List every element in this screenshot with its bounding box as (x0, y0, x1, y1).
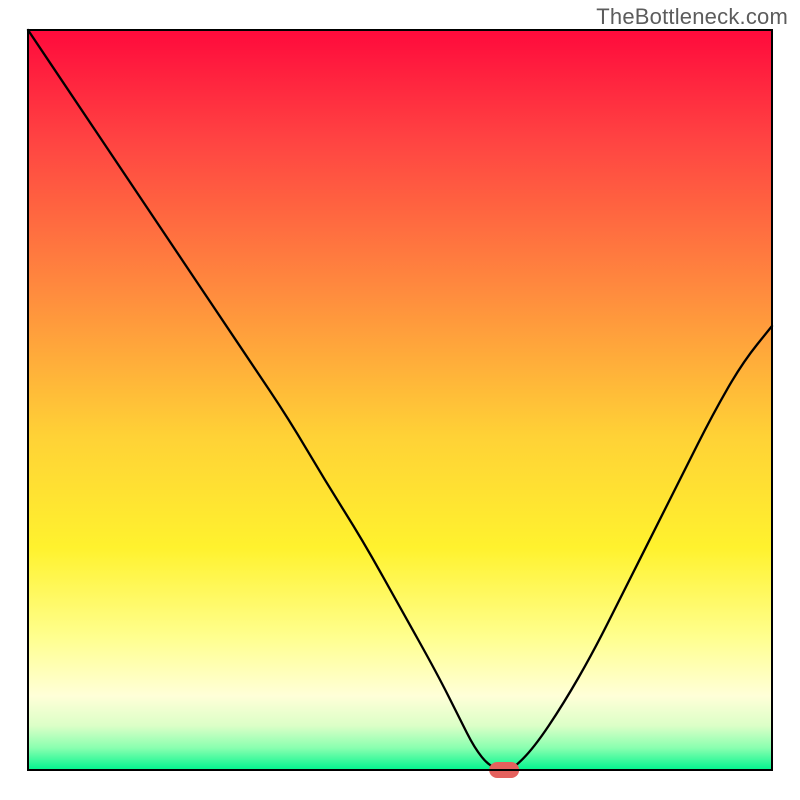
chart-container: TheBottleneck.com (0, 0, 800, 800)
bottleneck-chart (0, 0, 800, 800)
plot-background (28, 30, 772, 770)
watermark-text: TheBottleneck.com (596, 4, 788, 30)
